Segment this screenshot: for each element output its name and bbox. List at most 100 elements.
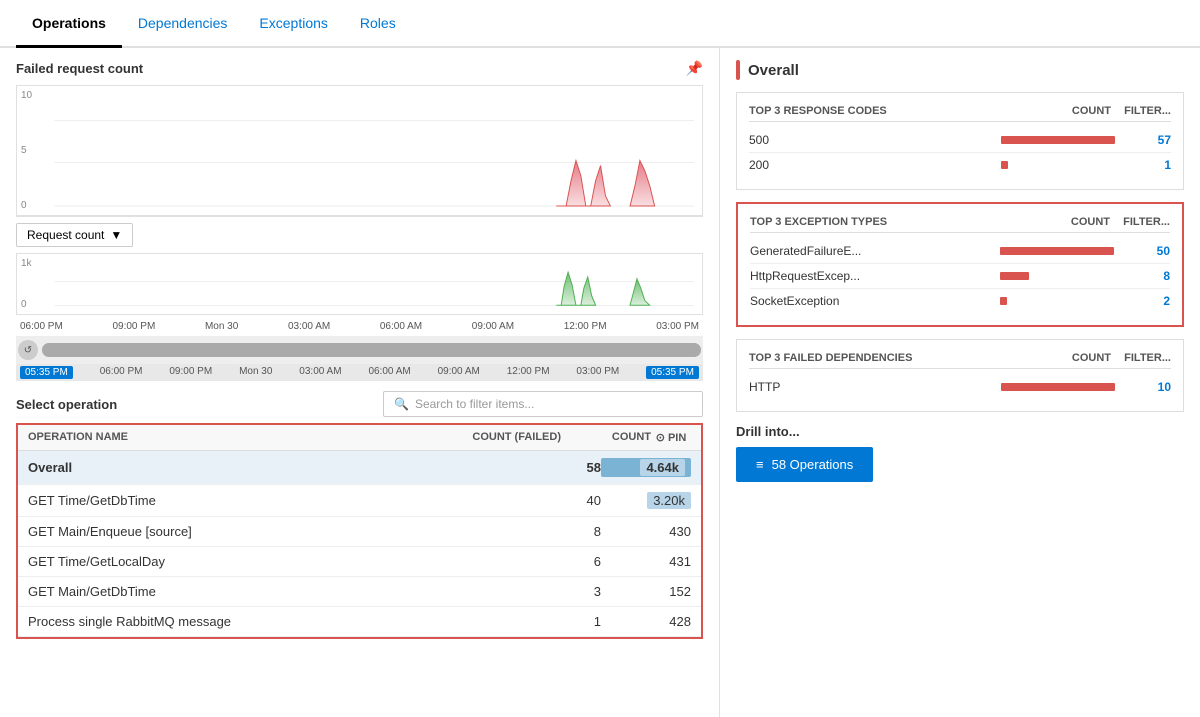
dep-count-http: 10 xyxy=(1121,380,1171,394)
left-panel: Failed request count 📌 10 5 0 xyxy=(0,48,720,717)
dep-col-filter[interactable]: FILTER... xyxy=(1111,352,1171,364)
dep-row-http[interactable]: HTTP 10 xyxy=(749,375,1171,399)
dep-bar-http xyxy=(1001,383,1121,391)
dropdown-row: Request count ▼ xyxy=(16,223,703,247)
exception-count-3: 2 xyxy=(1120,294,1170,308)
table-row-overall[interactable]: Overall 58 4.64k xyxy=(18,451,701,485)
tl-8: 03:00 PM xyxy=(656,321,699,332)
tl-6: 09:00 AM xyxy=(472,321,514,332)
header-pin: ⊙ PIN xyxy=(651,431,691,444)
response-count-500: 57 xyxy=(1121,133,1171,147)
row-name: GET Main/Enqueue [source] xyxy=(28,524,471,539)
tl-4: 03:00 AM xyxy=(288,321,330,332)
scroll-row[interactable]: ↺ xyxy=(16,336,703,364)
search-icon: 🔍 xyxy=(394,397,409,411)
timeline-labels-top: 06:00 PM 09:00 PM Mon 30 03:00 AM 06:00 … xyxy=(16,319,703,334)
row-failed: 1 xyxy=(471,614,601,629)
exception-row-3[interactable]: SocketException 2 xyxy=(750,289,1170,313)
exception-label-1: GeneratedFailureE... xyxy=(750,244,1000,258)
scroll-handle[interactable] xyxy=(42,343,701,357)
row-name: Process single RabbitMQ message xyxy=(28,614,471,629)
response-row-500[interactable]: 500 57 xyxy=(749,128,1171,153)
response-label-200: 200 xyxy=(749,158,1001,172)
chart-y-labels-upper: 10 5 0 xyxy=(21,86,32,215)
overall-header: Overall xyxy=(736,60,1184,80)
exception-types-header: Top 3 exception types COUNT FILTER... xyxy=(750,216,1170,233)
exception-col-filter[interactable]: FILTER... xyxy=(1110,216,1170,228)
row-count: 428 xyxy=(601,614,691,629)
tab-roles[interactable]: Roles xyxy=(344,1,412,48)
tab-dependencies[interactable]: Dependencies xyxy=(122,1,244,48)
exception-count-2: 8 xyxy=(1120,269,1170,283)
scroll-back-icon[interactable]: ↺ xyxy=(18,340,38,360)
exception-label-2: HttpRequestExcep... xyxy=(750,269,1000,283)
tl-b3: Mon 30 xyxy=(239,366,272,379)
row-name: GET Time/GetDbTime xyxy=(28,493,471,508)
chevron-down-icon: ▼ xyxy=(110,228,122,242)
upper-chart-svg xyxy=(25,90,694,211)
response-codes-header: Top 3 response codes COUNT FILTER... xyxy=(749,105,1171,122)
response-codes-card: Top 3 response codes COUNT FILTER... 500… xyxy=(736,92,1184,190)
row-overall-count: 4.64k xyxy=(601,458,691,477)
drill-section: Drill into... ≡ 58 Operations xyxy=(736,424,1184,482)
tl-b2: 09:00 PM xyxy=(169,366,212,379)
table-row[interactable]: GET Time/GetLocalDay 6 431 xyxy=(18,547,701,577)
header-count[interactable]: COUNT xyxy=(561,431,651,444)
row-count: 430 xyxy=(601,524,691,539)
exception-bar-2 xyxy=(1000,272,1120,280)
tl-1: 06:00 PM xyxy=(20,321,63,332)
header-failed[interactable]: COUNT (FAILED) xyxy=(431,431,561,444)
exception-row-1[interactable]: GeneratedFailureE... 50 xyxy=(750,239,1170,264)
response-codes-col-count: COUNT xyxy=(1061,105,1111,117)
table-row[interactable]: GET Main/GetDbTime 3 152 xyxy=(18,577,701,607)
exception-count-1: 50 xyxy=(1120,244,1170,258)
lower-chart-svg xyxy=(25,258,694,310)
top-nav: Operations Dependencies Exceptions Roles xyxy=(0,0,1200,48)
table-row[interactable]: Process single RabbitMQ message 1 428 xyxy=(18,607,701,637)
exception-col-count: COUNT xyxy=(1060,216,1110,228)
dependencies-spacer xyxy=(941,352,1061,364)
response-codes-spacer xyxy=(941,105,1061,117)
drill-label: Drill into... xyxy=(736,424,1184,439)
time-start-label: 05:35 PM xyxy=(20,366,73,379)
table-row[interactable]: GET Main/Enqueue [source] 8 430 xyxy=(18,517,701,547)
tl-7: 12:00 PM xyxy=(564,321,607,332)
table-row[interactable]: GET Time/GetDbTime 40 3.20k xyxy=(18,485,701,517)
dep-label-http: HTTP xyxy=(749,380,1001,394)
tab-operations[interactable]: Operations xyxy=(16,1,122,48)
y-label-0b: 0 xyxy=(21,299,32,310)
exception-types-card: Top 3 exception types COUNT FILTER... Ge… xyxy=(736,202,1184,327)
row-failed: 8 xyxy=(471,524,601,539)
row-failed: 40 xyxy=(471,493,601,508)
lower-chart-area: 1k 0 xyxy=(16,253,703,315)
row-count: 3.20k xyxy=(601,492,691,509)
chart-title: Failed request count xyxy=(16,61,143,76)
tab-exceptions[interactable]: Exceptions xyxy=(243,1,343,48)
chart-title-row: Failed request count 📌 xyxy=(16,60,703,77)
response-count-200: 1 xyxy=(1121,158,1171,172)
response-codes-col-filter[interactable]: FILTER... xyxy=(1111,105,1171,117)
dropdown-label: Request count xyxy=(27,228,104,242)
response-row-200[interactable]: 200 1 xyxy=(749,153,1171,177)
exception-row-2[interactable]: HttpRequestExcep... 8 xyxy=(750,264,1170,289)
request-count-dropdown[interactable]: Request count ▼ xyxy=(16,223,133,247)
overall-bar-accent xyxy=(736,60,740,80)
upper-chart-area: 10 5 0 xyxy=(16,85,703,217)
search-box[interactable]: 🔍 Search to filter items... xyxy=(383,391,703,417)
tl-b1: 06:00 PM xyxy=(100,366,143,379)
dependencies-card: Top 3 failed dependencies COUNT FILTER..… xyxy=(736,339,1184,412)
row-failed: 6 xyxy=(471,554,601,569)
table-header: OPERATION NAME COUNT (FAILED) COUNT ⊙ PI… xyxy=(18,425,701,451)
exception-bar-3 xyxy=(1000,297,1120,305)
drill-button[interactable]: ≡ 58 Operations xyxy=(736,447,873,482)
row-name: GET Main/GetDbTime xyxy=(28,584,471,599)
select-operation-row: Select operation 🔍 Search to filter item… xyxy=(16,391,703,417)
drill-btn-icon: ≡ xyxy=(756,457,764,472)
pin-icon[interactable]: 📌 xyxy=(686,60,703,77)
tl-3: Mon 30 xyxy=(205,321,238,332)
right-panel: Overall Top 3 response codes COUNT FILTE… xyxy=(720,48,1200,717)
search-placeholder: Search to filter items... xyxy=(415,397,534,411)
scroll-track[interactable] xyxy=(42,343,701,357)
header-name: OPERATION NAME xyxy=(28,431,431,444)
row-name: GET Time/GetLocalDay xyxy=(28,554,471,569)
